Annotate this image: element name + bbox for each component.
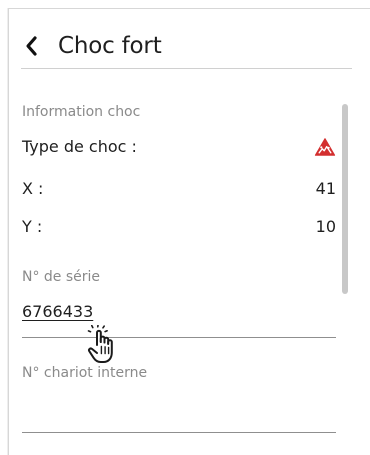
internal-cart-field: N° chariot interne: [22, 366, 336, 433]
information-choc-label: Information choc: [22, 104, 141, 120]
serial-divider: [22, 337, 336, 338]
serial-label: N° de série: [22, 269, 101, 285]
y-row: Y : 10: [22, 219, 336, 235]
internal-cart-divider: [22, 432, 336, 433]
shock-type-row: Type de choc :: [22, 137, 336, 157]
internal-cart-label: N° chariot interne: [22, 365, 148, 381]
chevron-left-icon[interactable]: [20, 34, 42, 58]
serial-link[interactable]: 6766433: [22, 304, 336, 320]
serial-field: N° de série 6766433: [22, 270, 336, 338]
y-value: 10: [315, 217, 336, 236]
warning-triangle-icon: [314, 137, 336, 157]
shock-type-label: Type de choc :: [22, 137, 137, 156]
x-row: X : 41: [22, 181, 336, 197]
y-label: Y :: [22, 217, 43, 236]
chevron-left-svg: [26, 36, 37, 56]
header-divider: [21, 68, 352, 69]
page-title: Choc fort: [58, 32, 162, 59]
x-value: 41: [315, 179, 336, 198]
content: Information choc Type de choc : X : 41 Y…: [22, 105, 336, 235]
header: Choc fort: [20, 26, 340, 66]
scrollbar-thumb[interactable]: [342, 104, 348, 294]
warning-triangle-svg: [314, 138, 336, 156]
x-label: X :: [22, 179, 44, 198]
